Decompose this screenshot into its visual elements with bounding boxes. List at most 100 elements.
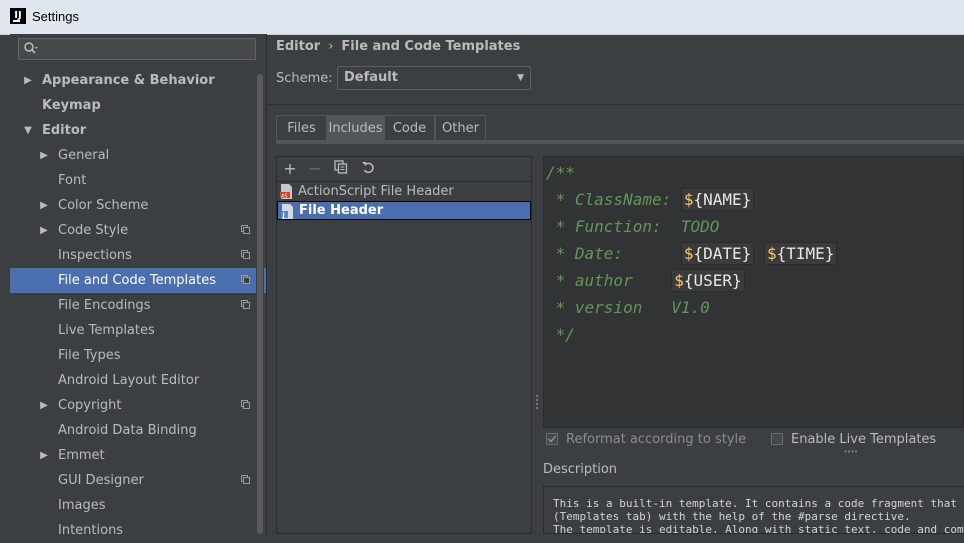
scheme-value: Default [344,70,398,85]
code-line: * author ${USER} [546,269,745,292]
sidebar-item-emmet[interactable]: ▶ Emmet [10,443,266,468]
remove-template-button[interactable]: − [306,160,324,178]
sidebar-item-label: Images [58,498,106,513]
sidebar-item-label: General [58,148,110,163]
sidebar-item-live-templates[interactable]: Live Templates [10,318,266,343]
template-item-label: ActionScript File Header [298,184,454,199]
tab-underline [276,140,964,144]
breadcrumb-parent[interactable]: Editor [276,39,320,54]
sidebar-item-label: Live Templates [58,323,155,338]
reset-template-button[interactable] [359,160,377,178]
tab-files[interactable]: Files [276,115,327,141]
checkmark-icon [547,435,557,443]
tab-code[interactable]: Code [384,115,435,141]
sidebar-item-general[interactable]: ▶ General [10,143,266,168]
sidebar-item-intentions[interactable]: Intentions [10,518,266,543]
sidebar-item-inspections[interactable]: Inspections [10,243,266,268]
code-line: * version V1.0 [546,298,710,317]
sidebar-item-label: Keymap [42,98,101,113]
reformat-checkbox[interactable] [546,433,558,445]
sidebar-item-android-data-binding[interactable]: Android Data Binding [10,418,266,443]
sidebar-item-images[interactable]: Images [10,493,266,518]
code-line: * ClassName: ${NAME} [546,188,755,211]
sidebar-item-label: Font [58,173,87,188]
variable-dollar: $ [766,244,777,263]
expand-right-icon[interactable]: ▶ [38,193,50,218]
sidebar-item-file-encodings[interactable]: File Encodings [10,293,266,318]
sidebar-item-keymap[interactable]: Keymap [10,93,266,118]
sidebar-item-label: File and Code Templates [58,273,216,288]
code-line: */ [546,325,575,344]
add-template-button[interactable]: + [281,160,299,178]
code-text: */ [546,325,575,344]
project-scope-icon [241,475,250,484]
sidebar-item-copyright[interactable]: ▶ Copyright [10,393,266,418]
sidebar-item-label: File Types [58,348,121,363]
expand-down-icon[interactable]: ▼ [22,118,34,143]
window-title: Settings [32,9,79,24]
sidebar-item-android-layout-editor[interactable]: Android Layout Editor [10,368,266,393]
template-item-actionscript-file-header[interactable]: AS ActionScript File Header [277,182,531,201]
template-variable: ${DATE} [680,242,755,265]
templates-list-panel: + − AS ActionScript File Header J File Head… [276,156,532,534]
expand-right-icon[interactable]: ▶ [38,443,50,468]
sidebar-item-label: Code Style [58,223,129,238]
description-box: This is a built-in template. It contains… [543,486,964,534]
scheme-dropdown[interactable]: Default ▼ [337,66,531,90]
tab-other[interactable]: Other [435,115,486,141]
description-line: (Templates tab) with the help of the #pa… [553,510,911,523]
title-bar: IJ Settings [0,0,964,35]
sidebar-item-gui-designer[interactable]: GUI Designer [10,468,266,493]
svg-text:J: J [282,212,285,219]
expand-right-icon[interactable]: ▶ [38,143,50,168]
variable-dollar: $ [683,190,694,209]
code-text: * ClassName: [546,190,681,209]
sidebar-scrollbar[interactable] [256,34,264,534]
template-variable: ${TIME} [763,242,838,265]
variable-dollar: $ [683,244,694,263]
code-line: /** [546,163,575,182]
sidebar-item-code-style[interactable]: ▶ Code Style [10,218,266,243]
project-scope-icon [241,300,250,309]
sidebar-item-editor[interactable]: ▼ Editor [10,118,266,143]
code-text: * author [546,271,672,290]
tab-includes[interactable]: Includes [327,115,384,141]
sidebar-item-label: File Encodings [58,298,151,313]
settings-search-input[interactable] [18,38,256,60]
description-line: This is a built-in template. It contains… [553,497,964,510]
expand-right-icon[interactable]: ▶ [38,218,50,243]
template-variable: ${USER} [671,269,745,292]
sidebar-item-appearance-behavior[interactable]: ▶ Appearance & Behavior [10,68,266,93]
template-item-label: File Header [299,203,384,218]
intellij-logo-icon: IJ [10,8,26,24]
live-templates-checkbox[interactable] [771,433,783,445]
code-text: * version V1.0 [546,298,710,317]
sidebar-item-label: Editor [42,123,87,138]
sidebar-item-label: Intentions [58,523,124,538]
sidebar-item-file-types[interactable]: File Types [10,343,266,368]
settings-tree: ▶ Appearance & Behavior Keymap ▼ Editor ▶ Gene… [10,68,266,543]
main-panel: Editor › File and Code Templates Scheme: D… [266,34,964,534]
template-item-file-header[interactable]: J File Header [277,201,531,220]
expand-right-icon[interactable]: ▶ [38,393,50,418]
project-scope-icon [241,275,250,284]
code-text: * Function: TODO [546,217,720,236]
sidebar-item-label: Emmet [58,448,105,463]
resize-grip-icon[interactable] [844,450,858,453]
splitter-handle[interactable] [535,394,539,410]
description-label: Description [543,462,618,477]
project-scope-icon [241,225,250,234]
sidebar-item-file-and-code-templates[interactable]: File and Code Templates [10,268,266,293]
sidebar-item-label: GUI Designer [58,473,144,488]
sidebar-item-color-scheme[interactable]: ▶ Color Scheme [10,193,266,218]
breadcrumb-current: File and Code Templates [341,39,521,54]
sidebar-item-font[interactable]: Font [10,168,266,193]
expand-right-icon[interactable]: ▶ [22,68,34,93]
project-scope-icon [241,400,250,409]
template-code-editor[interactable]: /** * ClassName: ${NAME} * Function: TOD… [543,156,964,428]
copy-template-button[interactable] [332,160,350,178]
sidebar-scrollbar-thumb[interactable] [257,74,263,534]
java-file-icon: J [281,204,293,219]
code-text: /** [546,163,575,182]
variable-dollar: $ [674,271,684,290]
